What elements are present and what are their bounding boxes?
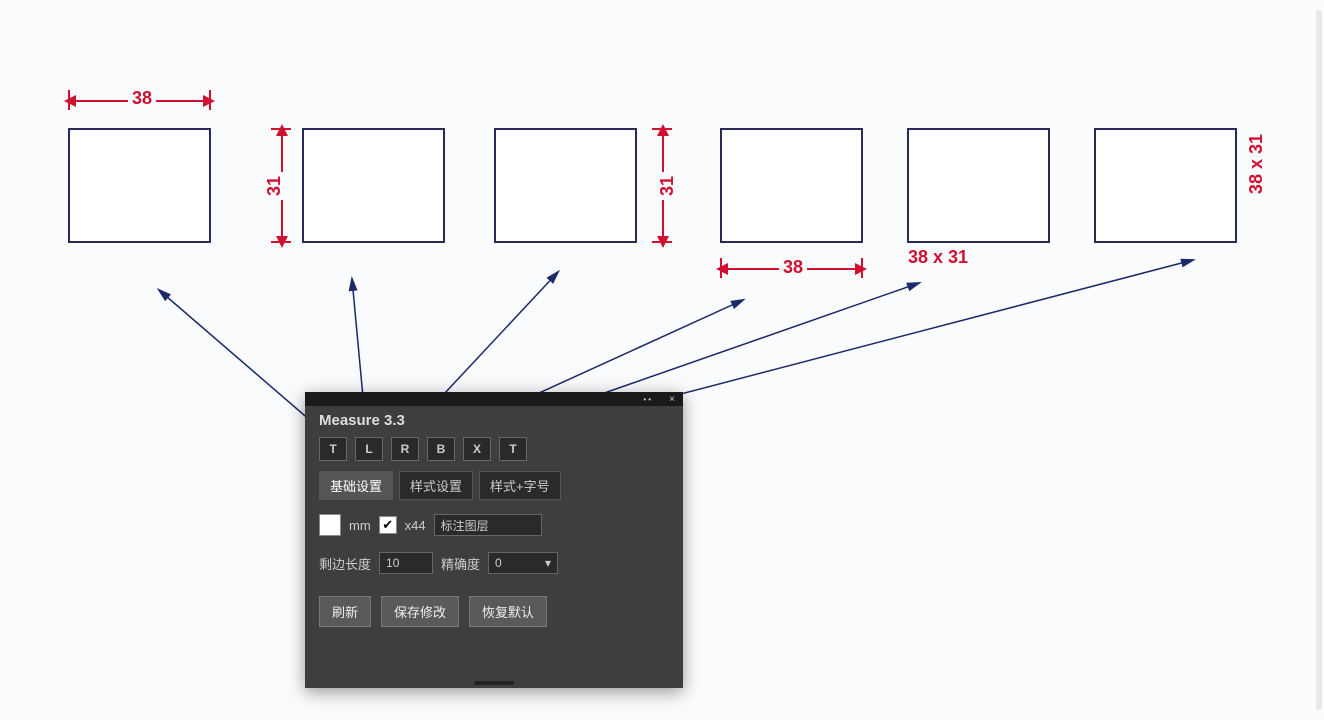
side-length-label: 剩边长度 bbox=[319, 554, 371, 573]
measure-panel[interactable]: •• × Measure 3.3 T L R B X T 基础设置 样式设置 样… bbox=[305, 392, 683, 688]
scale-checkbox[interactable]: ✔ bbox=[379, 516, 397, 534]
dim-tick bbox=[652, 241, 672, 243]
dim-width-top: 38 bbox=[128, 88, 156, 109]
tab-style[interactable]: 样式设置 bbox=[399, 471, 473, 500]
precision-value: 0 bbox=[495, 556, 502, 570]
sample-rect-6 bbox=[1094, 128, 1237, 243]
reset-button[interactable]: 恢复默认 bbox=[469, 596, 547, 627]
layer-input[interactable] bbox=[434, 514, 542, 536]
dim-tick bbox=[68, 90, 70, 110]
mode-button-row: T L R B X T bbox=[305, 433, 683, 465]
scrollbar-vertical[interactable] bbox=[1316, 10, 1322, 710]
sample-rect-4 bbox=[720, 128, 863, 243]
units-row: mm ✔ x44 bbox=[305, 506, 683, 544]
dim-tick bbox=[209, 90, 211, 110]
dim-tick bbox=[271, 241, 291, 243]
dim-width-bottom: 38 bbox=[779, 257, 807, 278]
color-swatch[interactable] bbox=[319, 514, 341, 536]
sample-rect-2 bbox=[302, 128, 445, 243]
dim-tick bbox=[720, 258, 722, 278]
precision-label: 精确度 bbox=[441, 554, 480, 573]
sample-rect-3 bbox=[494, 128, 637, 243]
sample-rect-1 bbox=[68, 128, 211, 243]
dim-size-below: 38 x 31 bbox=[908, 247, 968, 268]
action-row: 刷新 保存修改 恢复默认 bbox=[305, 582, 683, 641]
mode-btn-top[interactable]: T bbox=[319, 437, 347, 461]
mode-btn-right[interactable]: R bbox=[391, 437, 419, 461]
dim-height-left: 31 bbox=[264, 172, 285, 200]
tab-row: 基础设置 样式设置 样式+字号 bbox=[305, 465, 683, 506]
mode-btn-left[interactable]: L bbox=[355, 437, 383, 461]
canvas-area: 38 31 31 38 38 x 31 38 x 31 •• bbox=[0, 0, 1324, 720]
units-label: mm bbox=[349, 518, 371, 533]
dim-tick bbox=[652, 128, 672, 130]
tab-basic[interactable]: 基础设置 bbox=[319, 471, 393, 500]
mode-btn-x[interactable]: X bbox=[463, 437, 491, 461]
length-precision-row: 剩边长度 精确度 0 ▾ bbox=[305, 544, 683, 582]
dim-tick bbox=[271, 128, 291, 130]
chevron-down-icon: ▾ bbox=[545, 556, 551, 570]
arrow-icon bbox=[657, 124, 669, 136]
arrow-icon bbox=[64, 95, 76, 107]
mode-btn-bottom[interactable]: B bbox=[427, 437, 455, 461]
close-icon[interactable]: × bbox=[669, 394, 675, 405]
save-button[interactable]: 保存修改 bbox=[381, 596, 459, 627]
sample-rect-5 bbox=[907, 128, 1050, 243]
precision-select[interactable]: 0 ▾ bbox=[488, 552, 558, 574]
panel-titlebar[interactable]: •• × bbox=[305, 392, 683, 406]
arrow-icon bbox=[716, 263, 728, 275]
panel-resize-handle[interactable] bbox=[474, 681, 514, 685]
side-length-input[interactable] bbox=[379, 552, 433, 574]
scale-label: x44 bbox=[405, 518, 426, 533]
arrow-icon bbox=[276, 124, 288, 136]
refresh-button[interactable]: 刷新 bbox=[319, 596, 371, 627]
dim-height-right: 31 bbox=[657, 172, 678, 200]
panel-menu-icon[interactable]: •• bbox=[643, 395, 653, 404]
dim-tick bbox=[861, 258, 863, 278]
mode-btn-t2[interactable]: T bbox=[499, 437, 527, 461]
dim-size-side: 38 x 31 bbox=[1246, 134, 1267, 194]
tab-symbol[interactable]: 样式+字号 bbox=[479, 471, 561, 500]
panel-title: Measure 3.3 bbox=[305, 406, 683, 433]
